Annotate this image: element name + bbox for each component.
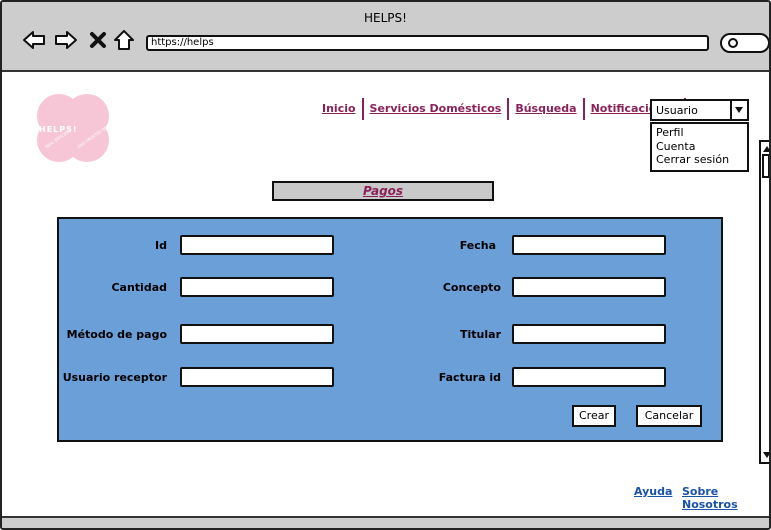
- user-dropdown-value: Usuario: [656, 104, 698, 117]
- url-bar[interactable]: https://helps: [146, 35, 709, 51]
- nav-servicios-domesticos[interactable]: Servicios Domésticos: [366, 98, 506, 115]
- browser-window: HELPS! https://helps HELPS! REAL EFFICIE…: [0, 0, 771, 530]
- close-x-icon[interactable]: [86, 28, 110, 52]
- back-arrow-icon[interactable]: [22, 28, 46, 52]
- usuario-receptor-input[interactable]: [180, 367, 334, 387]
- menu-item-perfil[interactable]: Perfil: [656, 126, 743, 140]
- browser-statusbar: [2, 516, 769, 528]
- crear-button[interactable]: Crear: [572, 405, 616, 427]
- user-dropdown[interactable]: Usuario: [650, 99, 749, 121]
- cancelar-button[interactable]: Cancelar: [636, 405, 702, 427]
- fecha-label: Fecha: [459, 239, 496, 252]
- factura-id-input[interactable]: [512, 367, 666, 387]
- metodo-pago-label: Método de pago: [66, 328, 167, 341]
- concepto-label: Concepto: [442, 281, 501, 294]
- concepto-input[interactable]: [512, 277, 666, 297]
- search-icon: [728, 38, 738, 48]
- nav-inicio[interactable]: Inicio: [318, 98, 360, 115]
- menu-item-cuenta[interactable]: Cuenta: [656, 140, 743, 154]
- menu-item-cerrar-sesion[interactable]: Cerrar sesión: [656, 153, 743, 167]
- main-nav: Inicio Servicios Domésticos Búsqueda Not…: [318, 98, 688, 120]
- chevron-down-icon[interactable]: [730, 101, 747, 119]
- helps-logo: HELPS! REAL EFFICIENT AND TRUSTED SERVIC…: [33, 92, 118, 164]
- user-dropdown-menu: Perfil Cuenta Cerrar sesión: [650, 122, 749, 172]
- footer-link-ayuda[interactable]: Ayuda: [634, 485, 672, 498]
- footer-link-sobre-nosotros[interactable]: Sobre Nosotros: [682, 485, 769, 511]
- titular-input[interactable]: [512, 324, 666, 344]
- nav-busqueda[interactable]: Búsqueda: [511, 98, 580, 115]
- scroll-thumb[interactable]: [762, 154, 769, 178]
- titular-label: Titular: [460, 328, 501, 341]
- vertical-scrollbar[interactable]: [759, 140, 769, 464]
- cantidad-input[interactable]: [180, 277, 334, 297]
- browser-titlebar: HELPS! https://helps: [2, 2, 769, 72]
- payment-form: Id Cantidad Método de pago Usuario recep…: [57, 217, 723, 442]
- factura-id-label: Factura id: [438, 371, 501, 384]
- scroll-up-icon[interactable]: [763, 146, 769, 152]
- cantidad-label: Cantidad: [111, 281, 167, 294]
- nav-divider: [361, 98, 364, 120]
- fecha-input[interactable]: [512, 235, 666, 255]
- metodo-pago-input[interactable]: [180, 324, 334, 344]
- home-icon[interactable]: [112, 28, 136, 52]
- id-label: Id: [155, 239, 167, 252]
- nav-divider: [507, 98, 510, 120]
- forward-arrow-icon[interactable]: [54, 28, 78, 52]
- search-button[interactable]: [720, 33, 769, 53]
- window-title: HELPS!: [364, 11, 407, 25]
- page-title: Pagos: [272, 181, 494, 201]
- scroll-down-icon[interactable]: [763, 452, 769, 458]
- usuario-receptor-label: Usuario receptor: [62, 371, 167, 384]
- id-input[interactable]: [180, 235, 334, 255]
- nav-divider: [582, 98, 585, 120]
